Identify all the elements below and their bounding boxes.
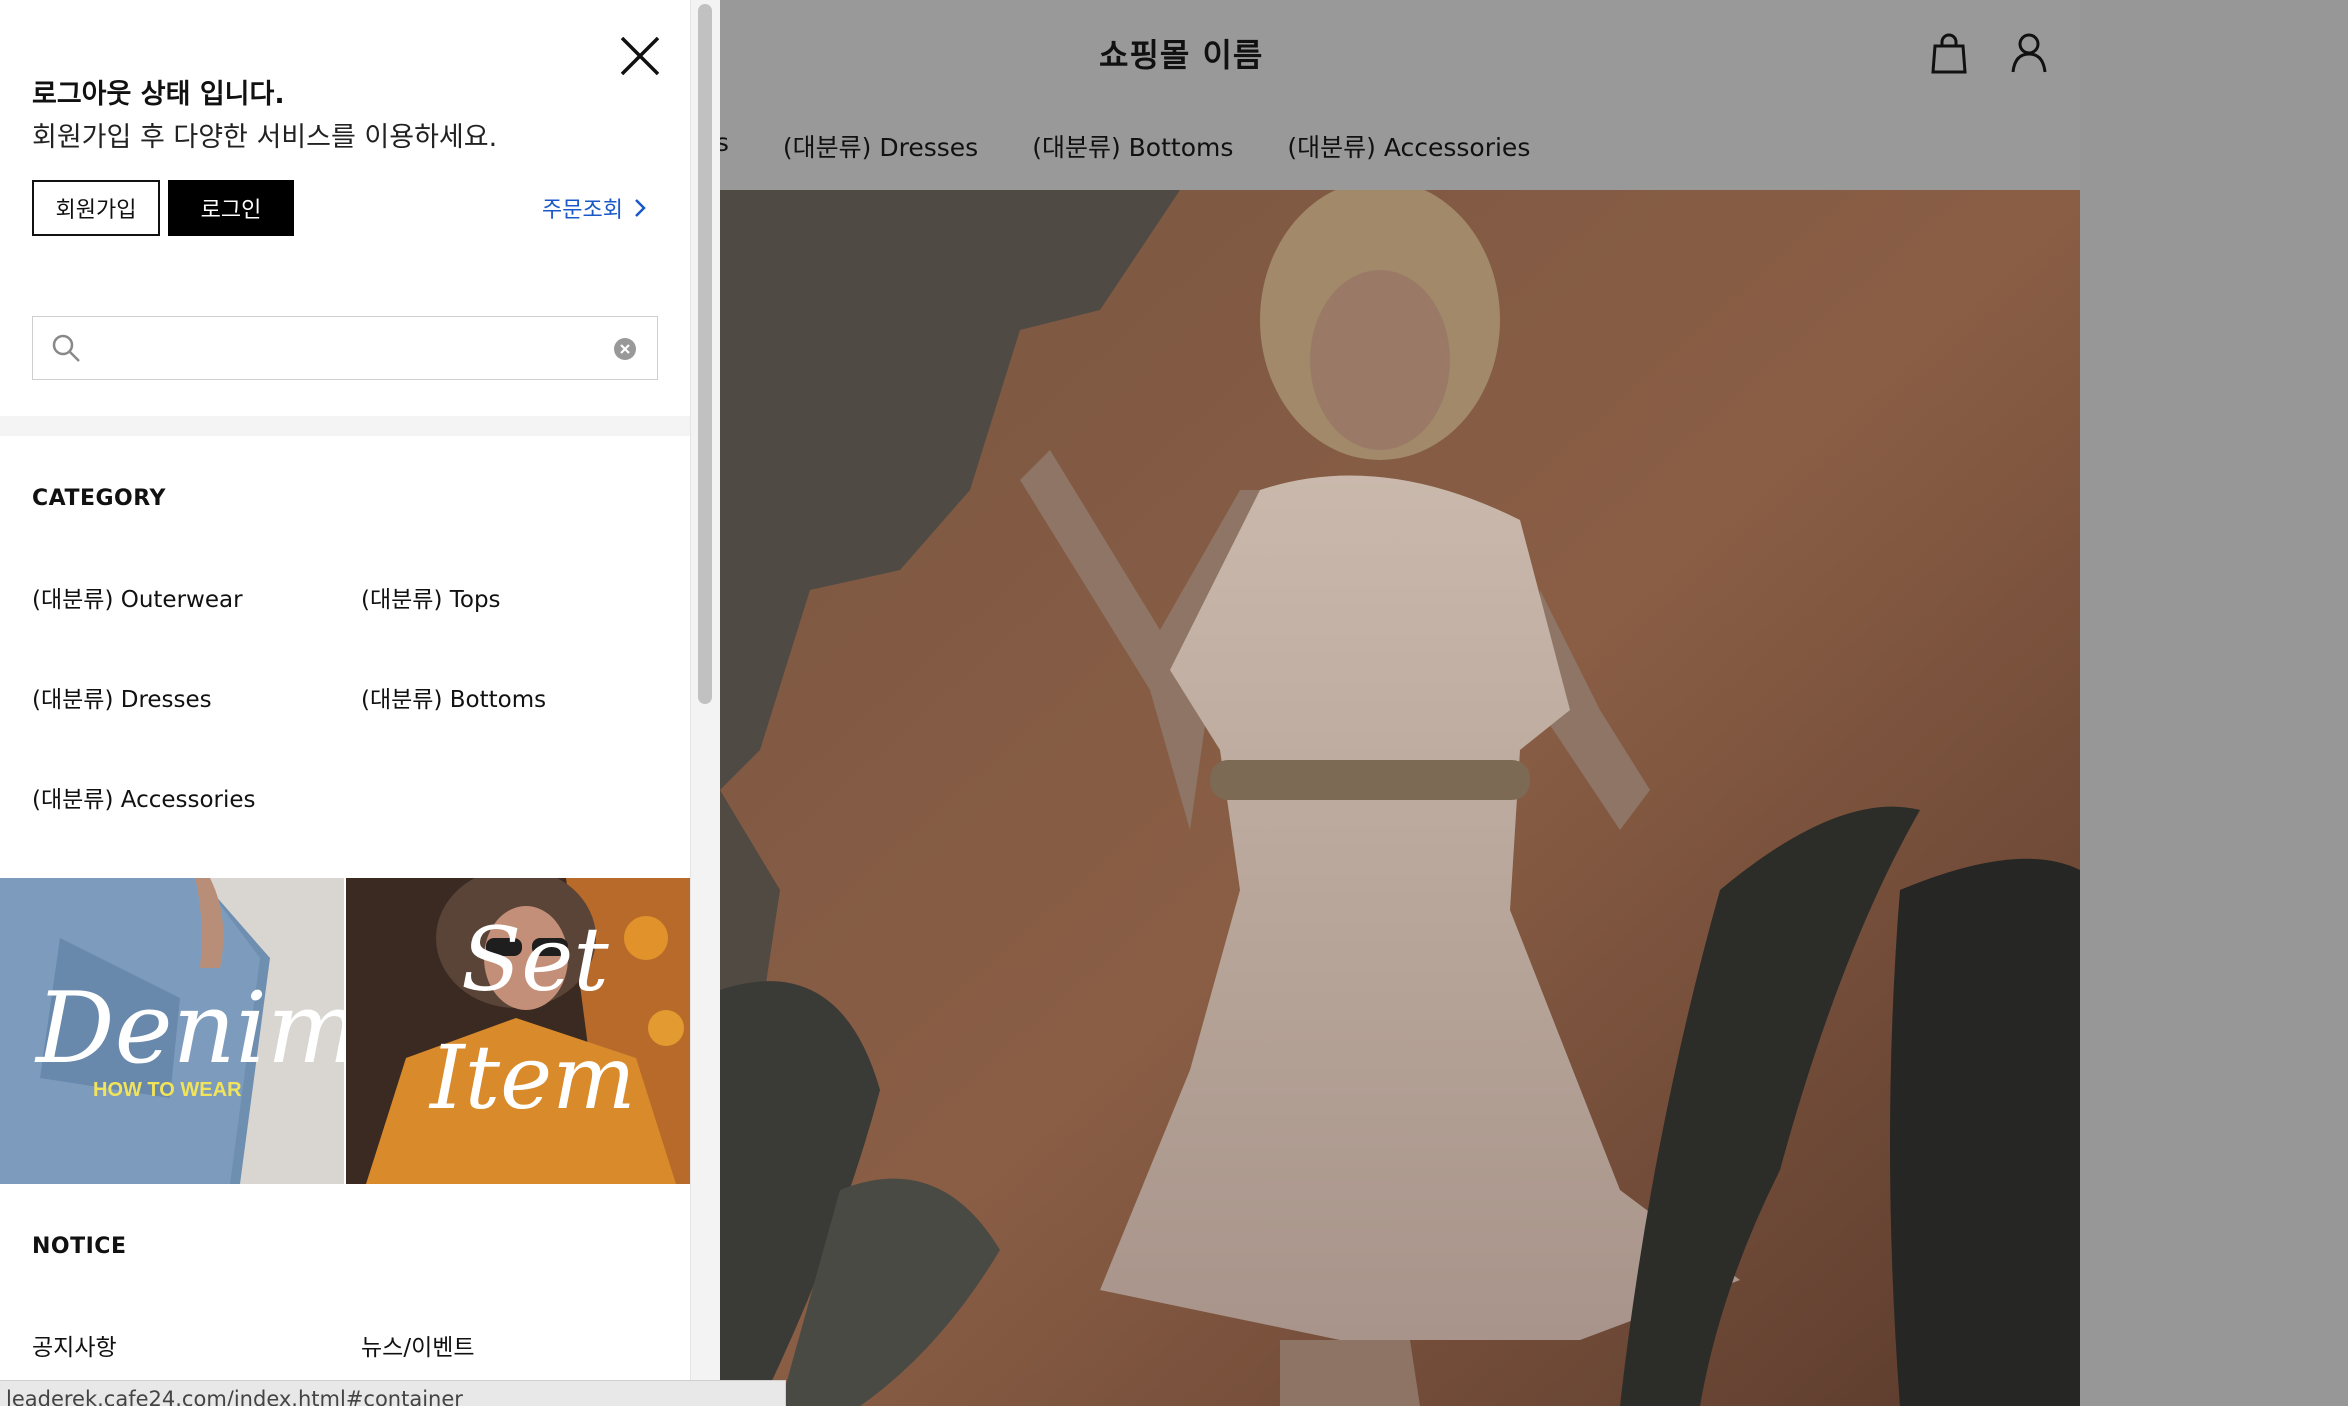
category-item[interactable]: (대분류) Outerwear [32,580,243,614]
shopping-bag-icon[interactable] [1925,30,1973,78]
clear-search-icon[interactable] [613,337,637,361]
site-title[interactable]: 쇼핑몰 이름 [1099,30,1263,76]
search-box [32,316,658,380]
notice-item[interactable]: 뉴스/이벤트 [361,1328,475,1362]
order-lookup-link[interactable]: 주문조회 [542,192,647,224]
denim-banner-title: Denim [34,972,344,1086]
set-item-banner-title-line2: Item [428,1026,636,1129]
browser-status-url: leaderek.cafe24.com/index.html#container [0,1380,786,1406]
top-nav-item[interactable]: (대분류) Accessories [1287,128,1530,164]
order-lookup-label: 주문조회 [542,198,623,223]
search-input[interactable] [93,327,593,371]
drawer-scrollbar-thumb[interactable] [698,4,712,704]
login-status-subtitle: 회원가입 후 다양한 서비스를 이용하세요. [32,122,498,153]
hero-image[interactable] [720,190,2080,1406]
login-status-title: 로그아웃 상태 입니다. [32,79,285,110]
set-item-banner[interactable]: Set Item [346,878,690,1184]
side-drawer: 로그아웃 상태 입니다. 회원가입 후 다양한 서비스를 이용하세요. 회원가입… [0,0,690,1406]
denim-banner-subtitle: HOW TO WEAR [93,1079,242,1101]
top-nav-item[interactable]: (대분류) Bottoms [1032,128,1233,164]
denim-banner[interactable]: Denim HOW TO WEAR [0,878,344,1184]
login-button[interactable]: 로그인 [168,180,294,236]
chevron-right-icon [635,199,646,217]
overlay-gutter [2080,0,2348,1406]
category-item[interactable]: (대분류) Tops [361,580,501,614]
section-divider [0,416,690,436]
category-title: CATEGORY [32,486,166,511]
category-item[interactable]: (대분류) Dresses [32,680,212,714]
top-nav-item[interactable]: (대분류) Dresses [783,128,978,164]
category-item[interactable]: (대분류) Accessories [32,780,256,814]
top-nav: ps (대분류) Dresses (대분류) Bottoms (대분류) Acc… [700,128,1530,164]
notice-item[interactable]: 공지사항 [32,1328,117,1362]
join-button[interactable]: 회원가입 [32,180,160,236]
search-icon [52,334,80,362]
user-icon[interactable] [2005,30,2053,78]
set-item-banner-title-line1: Set [461,908,609,1011]
notice-title: NOTICE [32,1234,127,1259]
close-icon[interactable] [614,30,666,82]
category-item[interactable]: (대분류) Bottoms [361,680,546,714]
